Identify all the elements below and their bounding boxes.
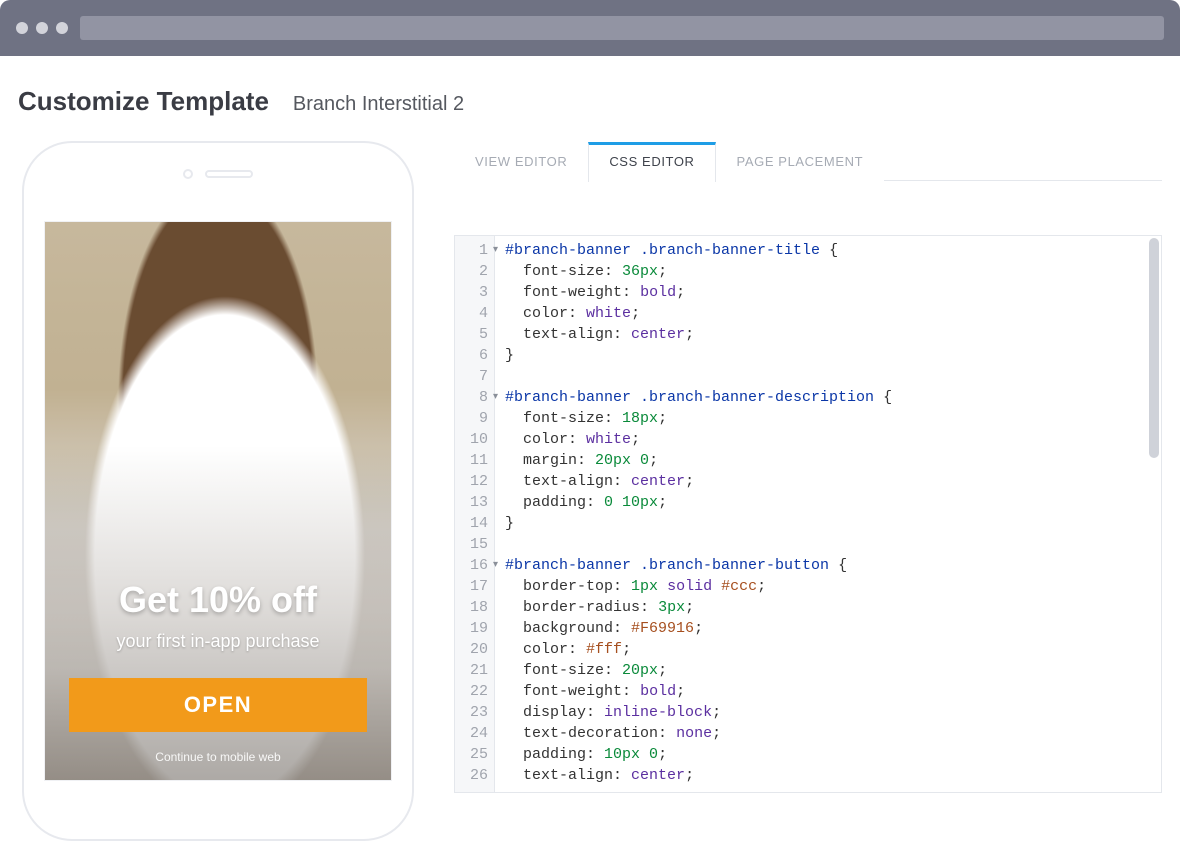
code-line[interactable]: background: #F69916; <box>505 618 1161 639</box>
phone-speaker <box>205 170 253 178</box>
code-line[interactable]: text-align: center; <box>505 765 1161 786</box>
line-number: 26 <box>455 765 488 786</box>
line-number: 7 <box>455 366 488 387</box>
line-number: 16 <box>455 555 488 576</box>
code-content[interactable]: #branch-banner .branch-banner-title { fo… <box>495 236 1161 792</box>
line-number: 25 <box>455 744 488 765</box>
code-line[interactable]: color: #fff; <box>505 639 1161 660</box>
line-number: 10 <box>455 429 488 450</box>
code-line[interactable] <box>505 366 1161 387</box>
line-number: 11 <box>455 450 488 471</box>
line-number: 17 <box>455 576 488 597</box>
code-line[interactable]: margin: 20px 0; <box>505 450 1161 471</box>
phone-side-button <box>22 433 23 469</box>
css-code-editor[interactable]: 1234567891011121314151617181920212223242… <box>454 235 1162 793</box>
line-number: 22 <box>455 681 488 702</box>
code-line[interactable]: font-weight: bold; <box>505 681 1161 702</box>
line-number: 1 <box>455 240 488 261</box>
code-line[interactable]: #branch-banner .branch-banner-button { <box>505 555 1161 576</box>
code-line[interactable]: } <box>505 513 1161 534</box>
phone-side-button <box>22 293 23 343</box>
code-line[interactable]: padding: 10px 0; <box>505 744 1161 765</box>
page-header: Customize Template Branch Interstitial 2 <box>18 86 1162 117</box>
code-line[interactable]: color: white; <box>505 429 1161 450</box>
line-number: 14 <box>455 513 488 534</box>
tab-css-editor[interactable]: CSS EDITOR <box>588 142 715 182</box>
preview-open-button[interactable]: OPEN <box>69 678 367 732</box>
line-number: 23 <box>455 702 488 723</box>
code-line[interactable]: color: white; <box>505 303 1161 324</box>
code-line[interactable]: padding: 0 10px; <box>505 492 1161 513</box>
phone-side-button <box>413 343 414 413</box>
line-number: 13 <box>455 492 488 513</box>
phone-camera-dot <box>183 169 193 179</box>
line-number: 15 <box>455 534 488 555</box>
window-dot <box>56 22 68 34</box>
preview-subline: your first in-app purchase <box>69 631 367 652</box>
line-number: 6 <box>455 345 488 366</box>
code-line[interactable]: text-align: center; <box>505 324 1161 345</box>
address-bar[interactable] <box>80 16 1164 40</box>
window-dots <box>16 22 68 34</box>
line-number: 5 <box>455 324 488 345</box>
page-subtitle: Branch Interstitial 2 <box>293 93 464 116</box>
code-line[interactable]: font-size: 20px; <box>505 660 1161 681</box>
tab-page-placement[interactable]: PAGE PLACEMENT <box>716 142 885 182</box>
code-line[interactable]: text-align: center; <box>505 471 1161 492</box>
window-dot <box>16 22 28 34</box>
phone-earpiece <box>24 143 412 205</box>
code-line[interactable]: font-size: 18px; <box>505 408 1161 429</box>
preview-screen: Get 10% off your first in-app purchase O… <box>44 221 392 781</box>
line-number: 9 <box>455 408 488 429</box>
line-number: 19 <box>455 618 488 639</box>
code-line[interactable]: border-radius: 3px; <box>505 597 1161 618</box>
line-number: 18 <box>455 597 488 618</box>
browser-chrome <box>0 0 1180 56</box>
code-line[interactable] <box>505 534 1161 555</box>
editor-tabs: VIEW EDITOR CSS EDITOR PAGE PLACEMENT <box>454 141 1162 181</box>
line-number: 12 <box>455 471 488 492</box>
scrollbar[interactable] <box>1149 238 1159 458</box>
code-line[interactable]: border-top: 1px solid #ccc; <box>505 576 1161 597</box>
code-line[interactable]: display: inline-block; <box>505 702 1161 723</box>
code-line[interactable]: #branch-banner .branch-banner-descriptio… <box>505 387 1161 408</box>
tab-view-editor[interactable]: VIEW EDITOR <box>454 142 588 182</box>
line-number: 3 <box>455 282 488 303</box>
phone-side-button <box>22 363 23 413</box>
device-preview: Get 10% off your first in-app purchase O… <box>22 141 414 841</box>
line-number-gutter: 1234567891011121314151617181920212223242… <box>455 236 495 792</box>
code-line[interactable]: #branch-banner .branch-banner-title { <box>505 240 1161 261</box>
line-number: 8 <box>455 387 488 408</box>
line-number: 21 <box>455 660 488 681</box>
code-line[interactable]: font-size: 36px; <box>505 261 1161 282</box>
line-number: 2 <box>455 261 488 282</box>
line-number: 20 <box>455 639 488 660</box>
preview-continue-link[interactable]: Continue to mobile web <box>69 750 367 764</box>
code-line[interactable]: font-weight: bold; <box>505 282 1161 303</box>
page-title: Customize Template <box>18 86 269 117</box>
preview-headline: Get 10% off <box>69 579 367 621</box>
line-number: 4 <box>455 303 488 324</box>
window-dot <box>36 22 48 34</box>
code-line[interactable]: } <box>505 345 1161 366</box>
code-line[interactable]: text-decoration: none; <box>505 723 1161 744</box>
line-number: 24 <box>455 723 488 744</box>
